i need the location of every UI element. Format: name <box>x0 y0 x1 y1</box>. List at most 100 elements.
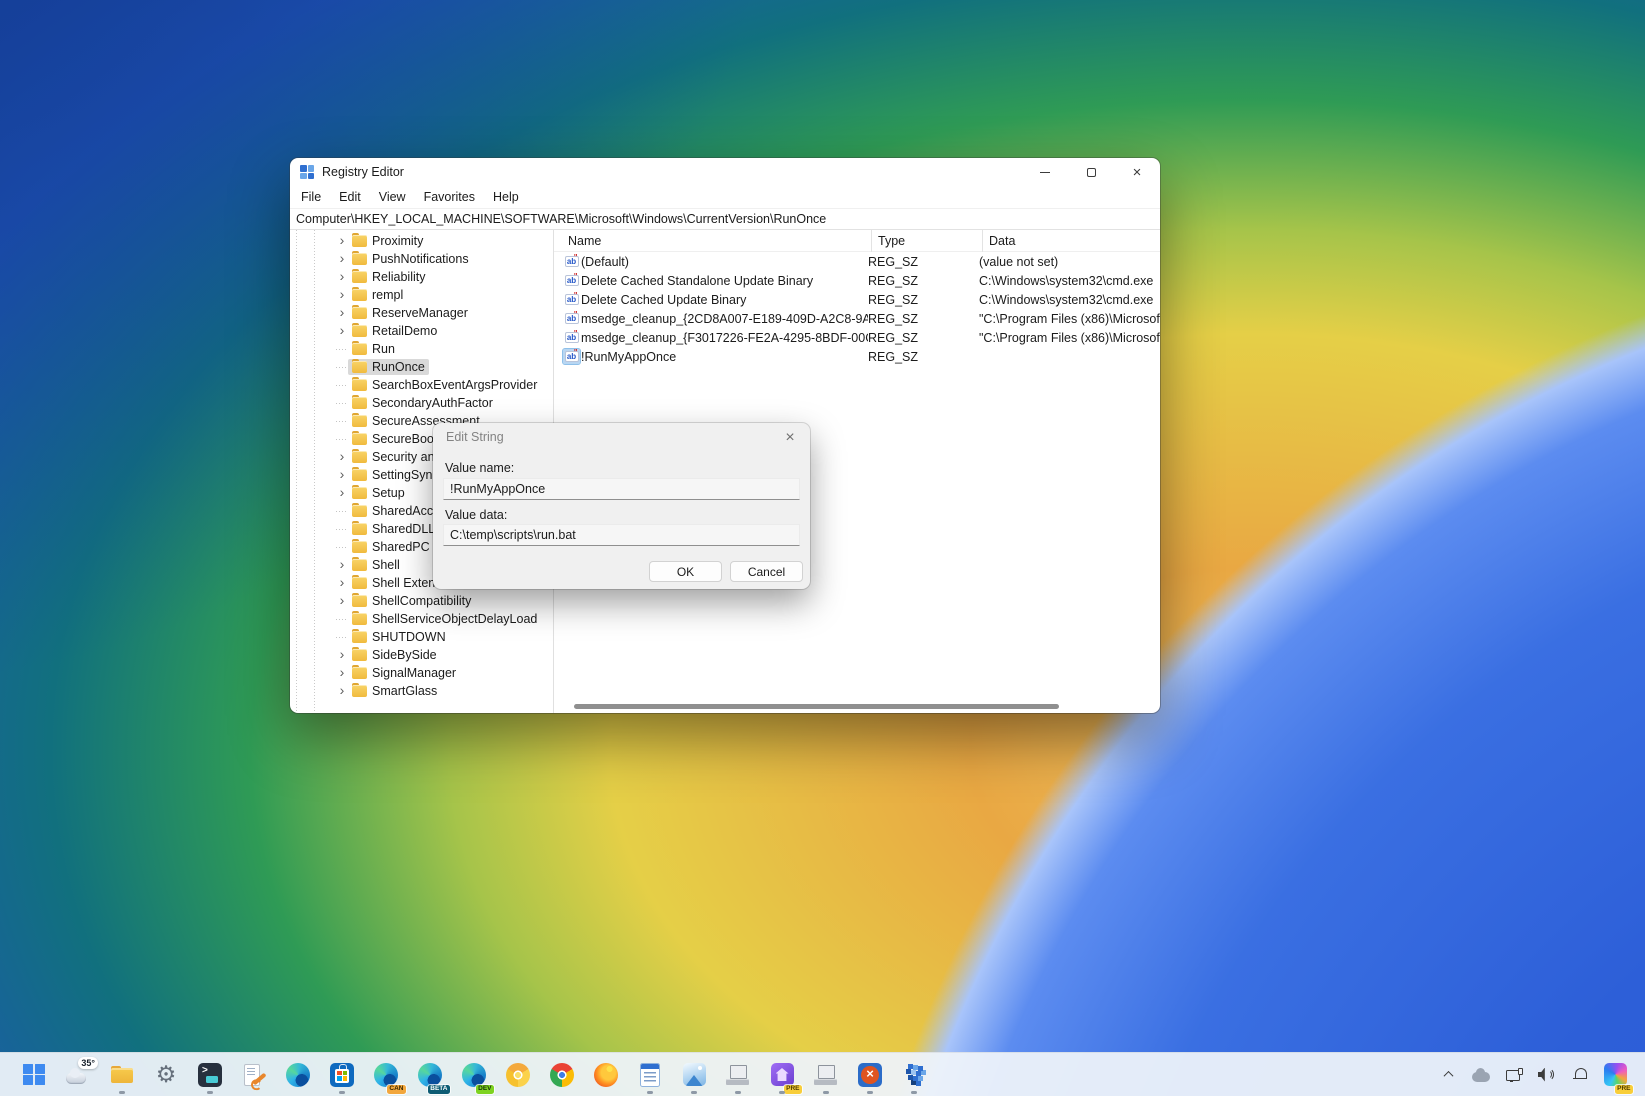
tray-hidden-icons[interactable] <box>1439 1054 1457 1096</box>
taskbar-edge-dev[interactable]: DEV <box>460 1054 488 1096</box>
tree-connector <box>336 637 348 638</box>
taskbar-settings[interactable]: ⚙ <box>152 1054 180 1096</box>
edge-icon <box>286 1063 310 1087</box>
chevron-right-icon[interactable]: › <box>336 593 348 607</box>
chevron-right-icon[interactable]: › <box>336 287 348 301</box>
taskbar-chrome-canary[interactable] <box>504 1054 532 1096</box>
chevron-right-icon[interactable]: › <box>336 665 348 679</box>
taskbar-start[interactable] <box>20 1054 48 1096</box>
value-type: REG_SZ <box>868 274 979 288</box>
tree-item-rempl[interactable]: ›rempl <box>290 286 553 304</box>
taskbar-edge-beta[interactable]: BETA <box>416 1054 444 1096</box>
dialog-close-button[interactable]: × <box>778 427 802 449</box>
chevron-right-icon[interactable]: › <box>336 269 348 283</box>
value-name: (Default) <box>581 255 868 269</box>
file-explorer-icon <box>111 1066 133 1084</box>
taskbar-edge[interactable] <box>284 1054 312 1096</box>
chevron-right-icon[interactable]: › <box>336 251 348 265</box>
menu-edit[interactable]: Edit <box>330 190 370 204</box>
value-row-delete-cached-standalone-update-binary[interactable]: abDelete Cached Standalone Update Binary… <box>554 271 1160 290</box>
chevron-right-icon[interactable]: › <box>336 323 348 337</box>
value-row-default[interactable]: ab(Default)REG_SZ(value not set) <box>554 252 1160 271</box>
chevron-right-icon[interactable]: › <box>336 485 348 499</box>
menu-file[interactable]: File <box>292 190 330 204</box>
value-type: REG_SZ <box>868 293 979 307</box>
chevron-right-icon[interactable]: › <box>336 557 348 571</box>
column-header-data[interactable]: Data <box>982 230 1160 252</box>
desktop[interactable]: Registry Editor × File Edit View Favorit… <box>0 0 1645 1096</box>
tree-item-secondaryauthfactor[interactable]: SecondaryAuthFactor <box>290 394 553 412</box>
taskbar-terminal[interactable] <box>196 1054 224 1096</box>
running-indicator <box>119 1091 125 1094</box>
value-row-runmyapponce[interactable]: ab!RunMyAppOnceREG_SZ <box>554 347 1160 366</box>
folder-icon <box>352 379 367 391</box>
tray-network[interactable] <box>1505 1054 1523 1096</box>
badge-dev: DEV <box>476 1085 494 1094</box>
tree-item-label: Shell <box>372 558 400 572</box>
chevron-right-icon[interactable]: › <box>336 647 348 661</box>
taskbar-edge-canary[interactable]: CAN <box>372 1054 400 1096</box>
address-text: Computer\HKEY_LOCAL_MACHINE\SOFTWARE\Mic… <box>296 212 826 226</box>
taskbar-notepad[interactable] <box>636 1054 664 1096</box>
tree-item-shellserviceobjectdelayload[interactable]: ShellServiceObjectDelayLoad <box>290 610 553 628</box>
value-row-msedge-cleanup-f3017226-fe2a-4295-8bdf-00c3[interactable]: abmsedge_cleanup_{F3017226-FE2A-4295-8BD… <box>554 328 1160 347</box>
maximize-button[interactable] <box>1068 158 1114 186</box>
tree-item-label: SharedPC <box>372 540 430 554</box>
value-name-input[interactable]: !RunMyAppOnce <box>443 478 800 500</box>
tree-item-reservemanager[interactable]: ›ReserveManager <box>290 304 553 322</box>
minimize-button[interactable] <box>1022 158 1068 186</box>
running-indicator <box>823 1091 829 1094</box>
value-data-input[interactable]: C:\temp\scripts\run.bat <box>443 524 800 546</box>
ok-button[interactable]: OK <box>649 561 722 582</box>
value-row-delete-cached-update-binary[interactable]: abDelete Cached Update BinaryREG_SZC:\Wi… <box>554 290 1160 309</box>
chevron-right-icon[interactable]: › <box>336 467 348 481</box>
tree-item-retaildemo[interactable]: ›RetailDemo <box>290 322 553 340</box>
chevron-right-icon[interactable]: › <box>336 683 348 697</box>
taskbar-photos[interactable] <box>680 1054 708 1096</box>
chevron-right-icon[interactable]: › <box>336 575 348 589</box>
tree-item-runonce[interactable]: RunOnce <box>290 358 553 376</box>
tray-notifications[interactable] <box>1571 1054 1589 1096</box>
tray-volume[interactable] <box>1538 1054 1556 1096</box>
tree-item-smartglass[interactable]: ›SmartGlass <box>290 682 553 700</box>
reg-sz-icon: ab <box>565 332 579 343</box>
taskbar-vm-connection[interactable] <box>724 1054 752 1096</box>
cancel-button[interactable]: Cancel <box>730 561 803 582</box>
tree-item-pushnotifications[interactable]: ›PushNotifications <box>290 250 553 268</box>
tray-onedrive[interactable] <box>1472 1054 1490 1096</box>
chevron-right-icon[interactable]: › <box>336 305 348 319</box>
taskbar-file-explorer[interactable] <box>108 1054 136 1096</box>
menu-favorites[interactable]: Favorites <box>415 190 484 204</box>
taskbar-weather-widget[interactable]: 35° <box>64 1054 92 1096</box>
taskbar-registry-editor[interactable] <box>900 1054 928 1096</box>
tray-copilot[interactable]: PRE <box>1604 1054 1627 1096</box>
tree-item-shutdown[interactable]: SHUTDOWN <box>290 628 553 646</box>
close-button[interactable]: × <box>1114 158 1160 186</box>
tree-item-proximity[interactable]: ›Proximity <box>290 232 553 250</box>
column-header-type[interactable]: Type <box>871 230 988 252</box>
document-wrench-icon <box>241 1063 267 1087</box>
menu-view[interactable]: View <box>370 190 415 204</box>
taskbar-system-tool[interactable] <box>240 1054 268 1096</box>
taskbar-remote-desktop[interactable] <box>856 1054 884 1096</box>
tree-item-searchboxeventargsprovider[interactable]: SearchBoxEventArgsProvider <box>290 376 553 394</box>
tree-item-sidebyside[interactable]: ›SideBySide <box>290 646 553 664</box>
badge-beta: BETA <box>428 1085 450 1094</box>
menu-help[interactable]: Help <box>484 190 528 204</box>
taskbar-dev-home[interactable]: PRE <box>768 1054 796 1096</box>
horizontal-scrollbar-thumb[interactable] <box>574 704 1059 709</box>
tree-item-signalmanager[interactable]: ›SignalManager <box>290 664 553 682</box>
tree-item-shellcompatibility[interactable]: ›ShellCompatibility <box>290 592 553 610</box>
value-row-msedge-cleanup-2cd8a007-e189-409d-a2c8-9af[interactable]: abmsedge_cleanup_{2CD8A007-E189-409D-A2C… <box>554 309 1160 328</box>
taskbar-firefox[interactable] <box>592 1054 620 1096</box>
chevron-right-icon[interactable]: › <box>336 233 348 247</box>
taskbar-vm-connection-2[interactable] <box>812 1054 840 1096</box>
taskbar-microsoft-store[interactable] <box>328 1054 356 1096</box>
address-bar[interactable]: Computer\HKEY_LOCAL_MACHINE\SOFTWARE\Mic… <box>290 208 1160 230</box>
tree-item-reliability[interactable]: ›Reliability <box>290 268 553 286</box>
taskbar-chrome[interactable] <box>548 1054 576 1096</box>
column-header-name[interactable]: Name <box>568 234 877 248</box>
tree-item-run[interactable]: Run <box>290 340 553 358</box>
chevron-right-icon[interactable]: › <box>336 449 348 463</box>
tree-item-label: SharedAcce <box>372 504 440 518</box>
